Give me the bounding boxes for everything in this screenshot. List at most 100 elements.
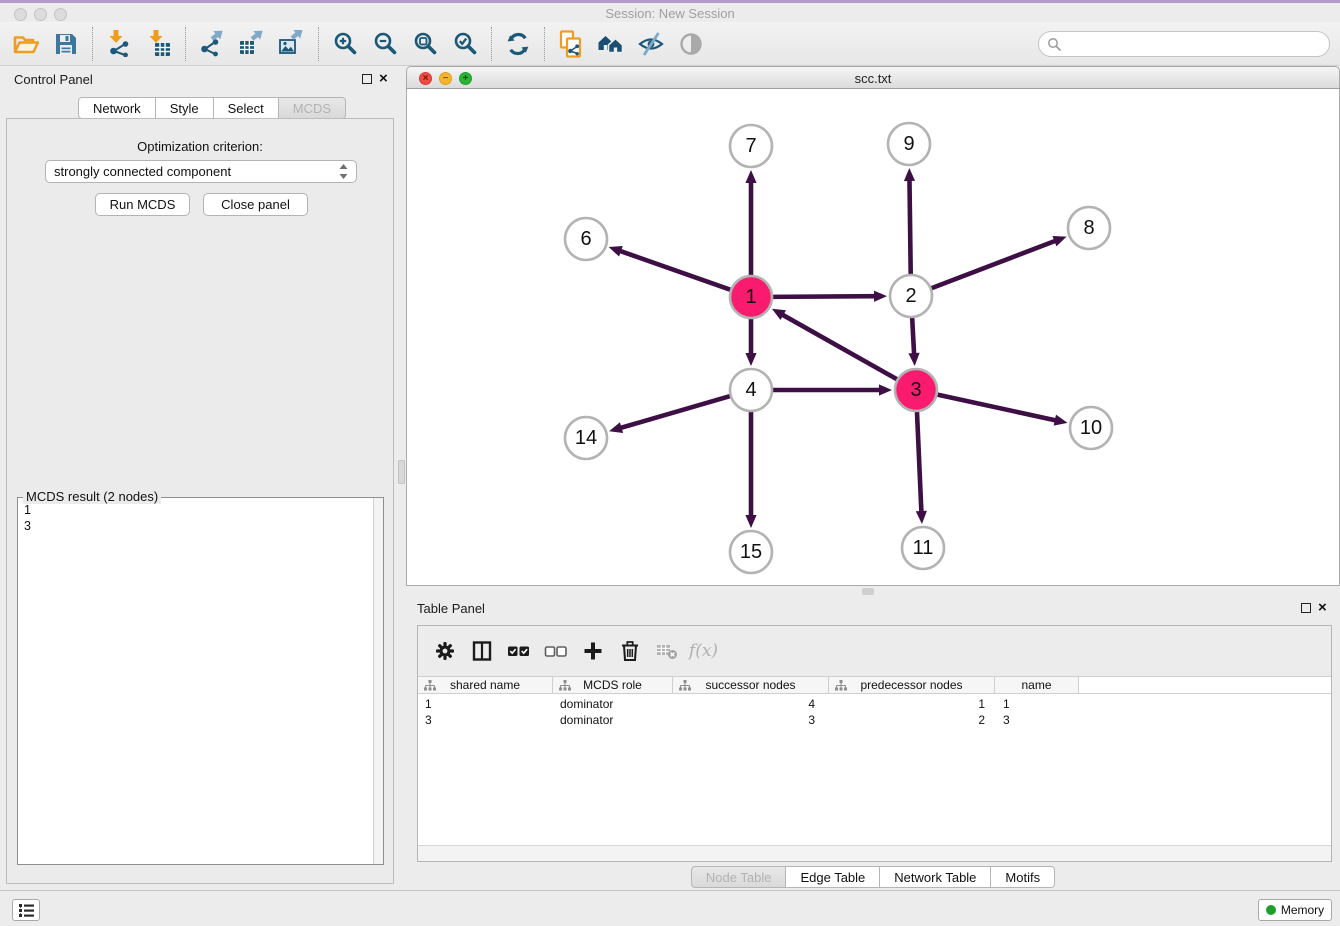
- delete-row-icon[interactable]: [611, 633, 648, 669]
- deselect-all-icon[interactable]: [537, 633, 574, 669]
- zoom-out-icon[interactable]: [365, 24, 405, 64]
- search-input[interactable]: [1062, 34, 1329, 54]
- graph-node-7[interactable]: 7: [730, 125, 772, 167]
- cell-mcds-role[interactable]: dominator: [553, 712, 673, 728]
- graph-edge-4-14[interactable]: [620, 395, 733, 428]
- run-mcds-button[interactable]: Run MCDS: [95, 193, 190, 216]
- add-row-icon[interactable]: [574, 633, 611, 669]
- table-horizontal-scrollbar[interactable]: [418, 845, 1331, 861]
- close-panel-icon[interactable]: ×: [379, 70, 388, 88]
- network-title: scc.txt: [407, 71, 1339, 86]
- close-panel-button[interactable]: Close panel: [203, 193, 308, 216]
- optimization-criterion-select[interactable]: strongly connected component: [45, 160, 357, 183]
- toolbar-separator: [318, 27, 319, 61]
- graph-edge-arrowhead: [879, 384, 892, 395]
- column-header-name[interactable]: name: [995, 677, 1079, 693]
- graph-edge-3-1[interactable]: [781, 314, 899, 380]
- export-image-icon[interactable]: [272, 24, 312, 64]
- graph-edge-3-10[interactable]: [935, 394, 1057, 421]
- search-field[interactable]: [1038, 31, 1330, 57]
- cell-mcds-role[interactable]: dominator: [553, 696, 673, 712]
- show-all-icon[interactable]: [671, 24, 711, 64]
- cell-successor-nodes[interactable]: 4: [673, 696, 829, 712]
- zoom-in-icon[interactable]: [325, 24, 365, 64]
- graph-edge-arrowhead: [609, 246, 623, 257]
- cell-name[interactable]: 1: [995, 696, 1079, 712]
- float-panel-icon[interactable]: [362, 74, 372, 84]
- function-builder-icon[interactable]: f(x): [685, 633, 722, 669]
- graph-edge-2-8[interactable]: [929, 240, 1057, 289]
- result-scrollbar[interactable]: [373, 498, 383, 864]
- horizontal-splitter-grip[interactable]: [862, 588, 874, 595]
- table-settings-icon[interactable]: [426, 633, 463, 669]
- network-canvas[interactable]: 7 9 6 8 1 2 4 3 14 10 15 11: [406, 89, 1340, 586]
- clone-network-icon[interactable]: [551, 24, 591, 64]
- graph-node-14[interactable]: 14: [565, 417, 607, 459]
- table-row[interactable]: 1 dominator 4 1 1: [418, 696, 1331, 712]
- cell-predecessor-nodes[interactable]: 2: [829, 712, 995, 728]
- graph-node-10[interactable]: 10: [1070, 407, 1112, 449]
- panel-splitter-grip[interactable]: [398, 460, 405, 484]
- status-bar: Memory: [0, 890, 1340, 926]
- main-toolbar: [0, 22, 1340, 66]
- column-header-mcds-role[interactable]: MCDS role: [553, 677, 673, 693]
- mcds-result-list[interactable]: 1 3: [17, 497, 384, 865]
- delete-table-icon[interactable]: [648, 633, 685, 669]
- mcds-result-item[interactable]: 1: [24, 502, 31, 518]
- tab-network-table[interactable]: Network Table: [880, 866, 991, 888]
- tab-select[interactable]: Select: [214, 97, 279, 119]
- import-table-icon[interactable]: [139, 24, 179, 64]
- column-header-shared-name[interactable]: shared name: [418, 677, 553, 693]
- graph-node-3[interactable]: 3: [895, 369, 937, 411]
- graph-node-15[interactable]: 15: [730, 531, 772, 573]
- graph-edge-1-2[interactable]: [770, 296, 876, 297]
- tree-icon: [559, 680, 571, 691]
- zoom-fit-icon[interactable]: [405, 24, 445, 64]
- graph-edge-arrowhead: [916, 511, 927, 524]
- network-graph[interactable]: 7 9 6 8 1 2 4 3 14 10 15 11: [407, 89, 1339, 584]
- tab-node-table[interactable]: Node Table: [691, 866, 787, 888]
- graph-node-6[interactable]: 6: [565, 218, 607, 260]
- show-column-panel-icon[interactable]: [463, 633, 500, 669]
- graph-node-8[interactable]: 8: [1068, 207, 1110, 249]
- export-table-icon[interactable]: [232, 24, 272, 64]
- apply-layout-icon[interactable]: [498, 24, 538, 64]
- first-neighbors-icon[interactable]: [591, 24, 631, 64]
- task-history-button[interactable]: [12, 899, 40, 921]
- cell-shared-name[interactable]: 1: [418, 696, 553, 712]
- tab-edge-table[interactable]: Edge Table: [786, 866, 880, 888]
- import-network-icon[interactable]: [99, 24, 139, 64]
- export-network-icon[interactable]: [192, 24, 232, 64]
- graph-node-9[interactable]: 9: [888, 123, 930, 165]
- graph-edge-2-9[interactable]: [909, 179, 910, 277]
- tab-style[interactable]: Style: [156, 97, 214, 119]
- column-header-predecessor-nodes[interactable]: predecessor nodes: [829, 677, 995, 693]
- graph-node-1[interactable]: 1: [730, 276, 772, 318]
- column-header-successor-nodes[interactable]: successor nodes: [673, 677, 829, 693]
- float-panel-icon[interactable]: [1301, 603, 1311, 613]
- cell-shared-name[interactable]: 3: [418, 712, 553, 728]
- graph-edge-1-6[interactable]: [619, 251, 733, 291]
- close-panel-icon[interactable]: ×: [1318, 599, 1327, 617]
- graph-edge-2-3[interactable]: [912, 315, 914, 355]
- zoom-selected-icon[interactable]: [445, 24, 485, 64]
- network-window-titlebar[interactable]: × − + scc.txt: [406, 66, 1340, 89]
- tab-mcds[interactable]: MCDS: [279, 97, 346, 119]
- open-session-icon[interactable]: [6, 24, 46, 64]
- tab-motifs[interactable]: Motifs: [991, 866, 1055, 888]
- toolbar-separator: [185, 27, 186, 61]
- cell-name[interactable]: 3: [995, 712, 1079, 728]
- mcds-result-item[interactable]: 3: [24, 518, 31, 534]
- memory-button[interactable]: Memory: [1258, 899, 1332, 921]
- tab-network[interactable]: Network: [78, 97, 156, 119]
- cell-predecessor-nodes[interactable]: 1: [829, 696, 995, 712]
- cell-successor-nodes[interactable]: 3: [673, 712, 829, 728]
- save-session-icon[interactable]: [46, 24, 86, 64]
- graph-edge-3-11[interactable]: [917, 409, 922, 513]
- select-all-icon[interactable]: [500, 633, 537, 669]
- hide-selected-icon[interactable]: [631, 24, 671, 64]
- table-row[interactable]: 3 dominator 3 2 3: [418, 712, 1331, 728]
- graph-node-4[interactable]: 4: [730, 369, 772, 411]
- graph-node-2[interactable]: 2: [890, 275, 932, 317]
- graph-node-11[interactable]: 11: [902, 527, 944, 569]
